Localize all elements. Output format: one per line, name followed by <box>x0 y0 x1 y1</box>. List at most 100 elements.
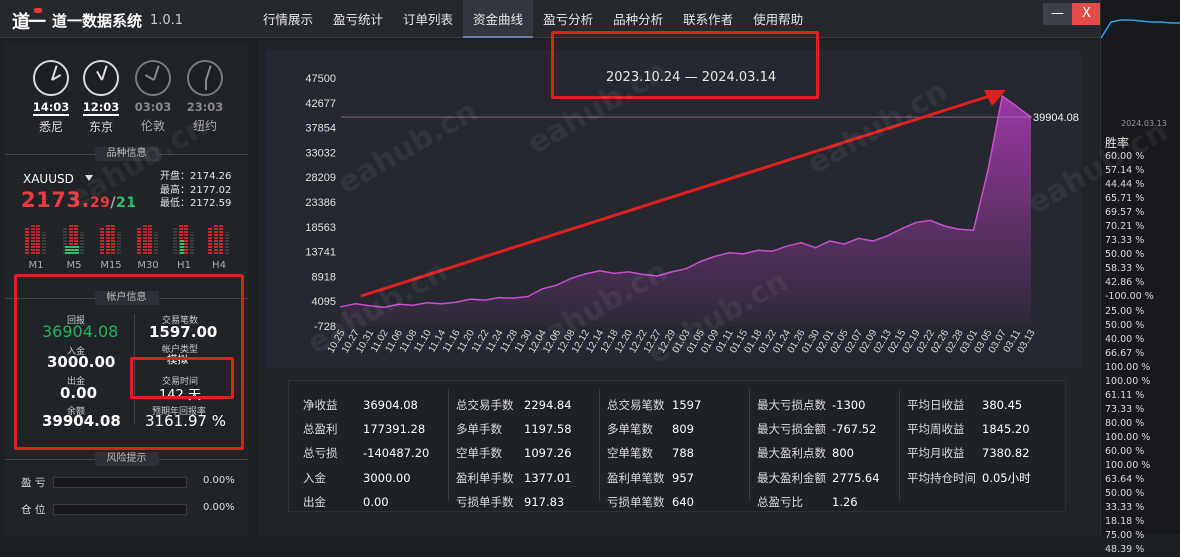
equity-point <box>642 273 644 276</box>
annotation-box-daterange <box>551 31 819 99</box>
risk-label: 仓 位 <box>21 504 46 516</box>
timeframe-M1[interactable]: M1 <box>25 222 47 271</box>
equity-point <box>742 253 745 255</box>
equity-point <box>857 237 860 240</box>
stats-row: 最大亏损点数 -1300 <box>757 393 907 417</box>
stats-value: 917.83 <box>524 494 565 509</box>
y-tick-label: 47500 <box>305 73 336 85</box>
close-button[interactable]: X <box>1072 3 1101 25</box>
equity-point <box>900 227 903 230</box>
stats-row: 总盈利 177391.28 <box>303 417 453 441</box>
equity-point <box>1001 95 1004 97</box>
mini-chart-line <box>1101 19 1180 39</box>
timeframe-label: M5 <box>66 260 82 271</box>
chevron-down-icon[interactable] <box>85 175 93 181</box>
equity-point <box>527 295 529 298</box>
clock-0: 14:03 悉尼 <box>29 60 73 135</box>
winrate-value: 63.64 % <box>1105 474 1145 486</box>
y-tick-label: -728 <box>314 321 336 333</box>
annotation-box-tradetime <box>130 357 234 399</box>
stats-row: 净收益 36904.08 <box>303 393 453 417</box>
winrate-value: -100.00 % <box>1105 291 1154 303</box>
stats-label: 盈利单笔数 <box>607 470 665 485</box>
stats-column-3: 总交易笔数 1597 多单笔数 809 空单笔数 788 盈利单笔数 957 亏损单笔数 640 <box>607 393 757 514</box>
stats-label: 多单笔数 <box>607 422 653 437</box>
menu-item-1[interactable]: 盈亏统计 <box>323 0 393 38</box>
strength-bar <box>100 228 104 254</box>
equity-point <box>685 267 687 270</box>
clock-icon <box>187 60 223 96</box>
y-tick-label: 4095 <box>312 296 336 308</box>
y-tick-label: 8918 <box>312 271 336 283</box>
winrate-value: 100.00 % <box>1105 460 1151 472</box>
winrate-list: 60.00 % 57.14 % 44.44 % 65.71 % 69.57 % 70.21… <box>1105 150 1154 557</box>
price-alt: 21 <box>116 195 137 211</box>
ohl-sep: ： <box>180 171 190 182</box>
stats-value: 2775.64 <box>832 470 880 485</box>
stats-label: 入金 <box>303 470 326 485</box>
equity-point <box>512 297 515 299</box>
stats-row: 总亏损 -140487.20 <box>303 441 453 465</box>
stats-row: 总盈亏比 1.26 <box>757 490 907 514</box>
stats-row: 平均月收益 7380.82 <box>907 441 1057 465</box>
equity-point <box>340 306 342 308</box>
menu-item-0[interactable]: 行情展示 <box>253 0 323 38</box>
strength-bar <box>137 228 141 254</box>
timeframe-label: H4 <box>212 260 226 271</box>
strength-bar <box>184 224 188 254</box>
strength-bar <box>105 224 110 254</box>
winrate-value: 75.00 % <box>1105 530 1145 542</box>
winrate-value: 50.00 % <box>1105 488 1145 500</box>
menu-item-3[interactable]: 资金曲线 <box>463 0 534 38</box>
stats-row: 平均持仓时间 0.05小时 <box>907 466 1057 490</box>
stats-divider <box>599 389 600 501</box>
stats-value: -140487.20 <box>363 446 430 461</box>
stats-value: 1097.26 <box>524 446 572 461</box>
risk-row: 仓 位 0.00% <box>21 502 236 516</box>
equity-point <box>800 241 802 244</box>
strength-bar <box>116 232 121 254</box>
equity-point <box>699 260 702 263</box>
timeframe-H4[interactable]: H4 <box>208 222 230 271</box>
y-tick-label: 28209 <box>305 172 336 184</box>
strength-bar <box>25 228 29 254</box>
strength-bar <box>111 224 115 254</box>
minute-hand <box>153 65 160 81</box>
winrate-value: 57.14 % <box>1105 165 1145 177</box>
stats-label: 最大亏损金额 <box>757 422 826 437</box>
symbol-select[interactable]: XAUUSD <box>23 172 74 186</box>
timeframe-M5[interactable]: M5 <box>63 222 85 271</box>
stats-value: 809 <box>672 422 694 437</box>
price-fraction: 29 <box>89 195 111 211</box>
winrate-value: 100.00 % <box>1105 375 1151 387</box>
ohl-label: 最高 <box>160 184 180 196</box>
timeframe-H1[interactable]: H1 <box>173 222 195 271</box>
stats-value: 3000.00 <box>363 470 411 485</box>
equity-point <box>570 277 572 280</box>
equity-point <box>598 270 601 272</box>
stats-divider <box>899 389 900 501</box>
stats-value: 640 <box>672 494 694 509</box>
timeframe-M15[interactable]: M15 <box>100 222 122 271</box>
mini-chart-date: 2024.03.13 <box>1121 119 1167 128</box>
timeframe-M30[interactable]: M30 <box>137 222 159 271</box>
equity-point <box>670 271 673 273</box>
clock-2: 03:03 伦敦 <box>131 60 175 134</box>
equity-point <box>440 302 443 305</box>
stats-row: 空单手数 1097.26 <box>456 441 606 465</box>
timeframe-label: H1 <box>177 260 191 271</box>
logo-mark <box>34 8 42 13</box>
strength-bar <box>30 224 35 254</box>
equity-point <box>613 272 615 275</box>
ohl-value: 2177.02 <box>190 184 232 196</box>
winrate-value: 48.39 % <box>1105 544 1145 556</box>
equity-point <box>541 288 544 290</box>
timeframe-strength-bars: M1 M5 M15 M30 H1 H4 <box>25 222 235 274</box>
menu-item-2[interactable]: 订单列表 <box>393 0 463 38</box>
equity-point <box>987 169 989 172</box>
strength-bar <box>173 228 177 254</box>
ohl-row: 开盘：2174.26 <box>160 170 231 184</box>
minimize-button[interactable]: — <box>1043 3 1072 25</box>
winrate-value: 73.33 % <box>1105 403 1145 415</box>
stats-label: 亏损单手数 <box>456 494 514 509</box>
